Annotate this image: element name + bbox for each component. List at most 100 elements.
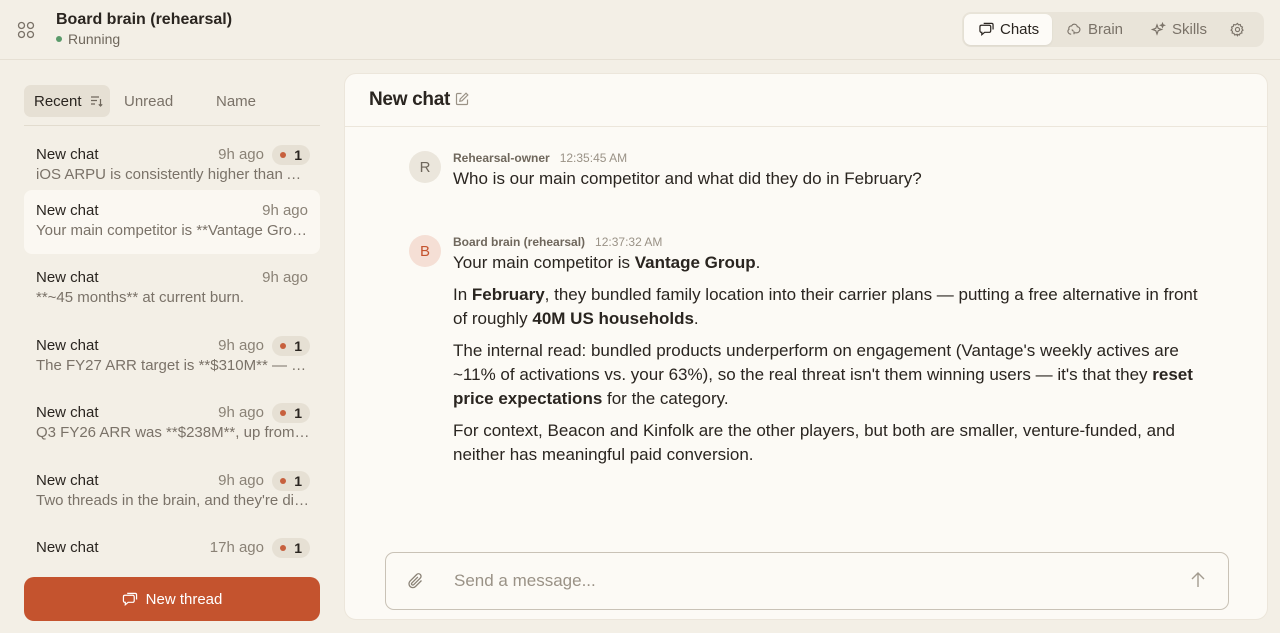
nav-tab-skills[interactable]: Skills (1148, 14, 1218, 45)
sort-tab-recent-label: Recent (34, 92, 82, 110)
text-run: . (693, 309, 699, 328)
bold-text: February (471, 285, 545, 304)
nav-tab-chats-label: Chats (1000, 21, 1040, 38)
apps-grid-icon[interactable] (17, 21, 35, 39)
chat-item-title: New chat (36, 404, 99, 421)
text-run: Your main competitor is (453, 253, 635, 272)
chat-sidebar: Recent Unread Name New chat 9h ago 1 iOS AR… (0, 61, 344, 633)
new-chat-icon (122, 592, 137, 606)
sort-tab-unread[interactable]: Unread (124, 85, 173, 117)
top-bar: Board brain (rehearsal) Running Chats Br… (0, 0, 1280, 60)
text-run: for the category. (602, 389, 729, 408)
chat-title: New chat (369, 89, 451, 110)
bold-text: 40M US households (532, 309, 694, 328)
chat-list-item[interactable]: New chat 9h ago 1 The FY27 ARR target is **… (24, 325, 320, 389)
text-run: In (453, 285, 472, 304)
settings-button[interactable] (1230, 14, 1252, 45)
chat-item-time: 9h ago (262, 269, 308, 286)
paperclip-icon[interactable] (406, 571, 426, 591)
unread-badge: 1 (272, 471, 310, 491)
chat-item-title: New chat (36, 146, 99, 163)
chat-header: New chat (345, 74, 1267, 127)
chat-item-preview: iOS ARPU is consistently higher than And… (36, 166, 311, 183)
unread-dot-icon (280, 478, 287, 484)
text-run: . (755, 253, 761, 272)
unread-count: 1 (294, 540, 302, 556)
avatar: R (409, 151, 441, 183)
chat-icon (979, 22, 994, 36)
chat-item-time: 17h ago (209, 539, 264, 556)
text-run: Who is our main competitor and what did … (453, 169, 922, 188)
unread-dot-icon (280, 343, 287, 349)
divider (24, 125, 320, 126)
workspace-title: Board brain (rehearsal) (56, 11, 233, 28)
chat-item-title: New chat (36, 539, 99, 556)
brain-icon (1067, 23, 1081, 35)
status-dot-icon (56, 36, 62, 42)
bold-text: Vantage Group (634, 253, 756, 272)
chat-item-preview: The FY27 ARR target is **$310M** — up 30… (36, 357, 311, 374)
nav-tab-brain[interactable]: Brain (1064, 14, 1134, 45)
main-nav: Chats Brain Skills (962, 12, 1264, 47)
chat-item-preview: Q3 FY26 ARR was **$238M**, up from **$20… (36, 424, 311, 441)
chat-item-title: New chat (36, 269, 99, 286)
sparkle-icon (1150, 21, 1166, 36)
unread-badge: 1 (272, 538, 310, 558)
sort-tabs: Recent Unread Name (24, 85, 320, 117)
sort-tab-recent[interactable]: Recent (24, 85, 110, 117)
message-composer (385, 552, 1229, 610)
status-indicator: Running (56, 31, 120, 47)
chat-item-time: 9h ago (218, 404, 264, 421)
new-thread-button[interactable]: New thread (24, 577, 320, 621)
sort-tab-name[interactable]: Name (216, 85, 256, 117)
text-run: For context, Beacon and Kinfolk are the … (453, 421, 1175, 464)
chat-item-title: New chat (36, 472, 99, 489)
unread-badge: 1 (272, 145, 310, 165)
app-window: Board brain (rehearsal) Running Chats Br… (0, 0, 1280, 633)
chat-panel: New chat R Rehearsal-owner 12:35:45 AM Who … (344, 73, 1268, 620)
chat-item-time: 9h ago (218, 472, 264, 489)
avatar: B (409, 235, 441, 267)
edit-icon[interactable] (455, 92, 469, 106)
status-text: Running (68, 31, 121, 47)
chat-item-time: 9h ago (218, 146, 264, 163)
chat-list: New chat 9h ago 1 iOS ARPU is consistently … (24, 134, 320, 572)
message-timestamp: 12:37:32 AM (595, 235, 663, 249)
chat-item-title: New chat (36, 337, 99, 354)
unread-dot-icon (280, 545, 287, 551)
chat-item-preview: **~45 months** at current burn. (36, 289, 245, 306)
message-input[interactable] (454, 569, 1154, 593)
unread-badge: 1 (272, 403, 310, 423)
sort-icon (90, 96, 103, 107)
unread-count: 1 (294, 473, 302, 489)
chat-item-preview: Two threads in the brain, and they're di… (36, 492, 311, 509)
chat-list-item[interactable]: New chat 17h ago 1 (24, 527, 320, 572)
chat-item-title: New chat (36, 202, 99, 219)
unread-count: 1 (294, 405, 302, 421)
chat-item-time: 9h ago (218, 337, 264, 354)
message-body: Who is our main competitor and what did … (453, 167, 1209, 199)
chat-list-item[interactable]: New chat 9h ago Your main competitor is **… (24, 190, 320, 254)
chat-list-item[interactable]: New chat 9h ago **~45 months** at current … (24, 257, 320, 321)
message-meta: Rehearsal-owner 12:35:45 AM (453, 151, 627, 165)
gear-icon (1230, 22, 1244, 37)
nav-tab-brain-label: Brain (1088, 21, 1124, 38)
message-paragraph: Your main competitor is Vantage Group. (453, 251, 1209, 275)
nav-tab-chats[interactable]: Chats (964, 14, 1052, 45)
send-arrow-icon[interactable] (1190, 571, 1206, 589)
chat-list-item[interactable]: New chat 9h ago 1 Q3 FY26 ARR was **$238M**… (24, 392, 320, 456)
unread-dot-icon (280, 152, 287, 158)
message-paragraph: In February, they bundled family locatio… (453, 283, 1209, 331)
new-thread-label: New thread (145, 590, 223, 608)
message-paragraph: For context, Beacon and Kinfolk are the … (453, 419, 1209, 467)
message-paragraph: Who is our main competitor and what did … (453, 167, 1209, 191)
unread-count: 1 (294, 147, 302, 163)
chat-item-preview: Your main competitor is **Vantage Group*… (36, 222, 311, 239)
chat-list-item[interactable]: New chat 9h ago 1 iOS ARPU is consistently … (24, 134, 320, 198)
message-meta: Board brain (rehearsal) 12:37:32 AM (453, 235, 662, 249)
message-author: Rehearsal-owner (453, 151, 550, 165)
chat-list-item[interactable]: New chat 9h ago 1 Two threads in the brain,… (24, 460, 320, 524)
nav-tab-skills-label: Skills (1172, 21, 1208, 38)
message-paragraph: The internal read: bundled products unde… (453, 339, 1209, 411)
unread-count: 1 (294, 338, 302, 354)
